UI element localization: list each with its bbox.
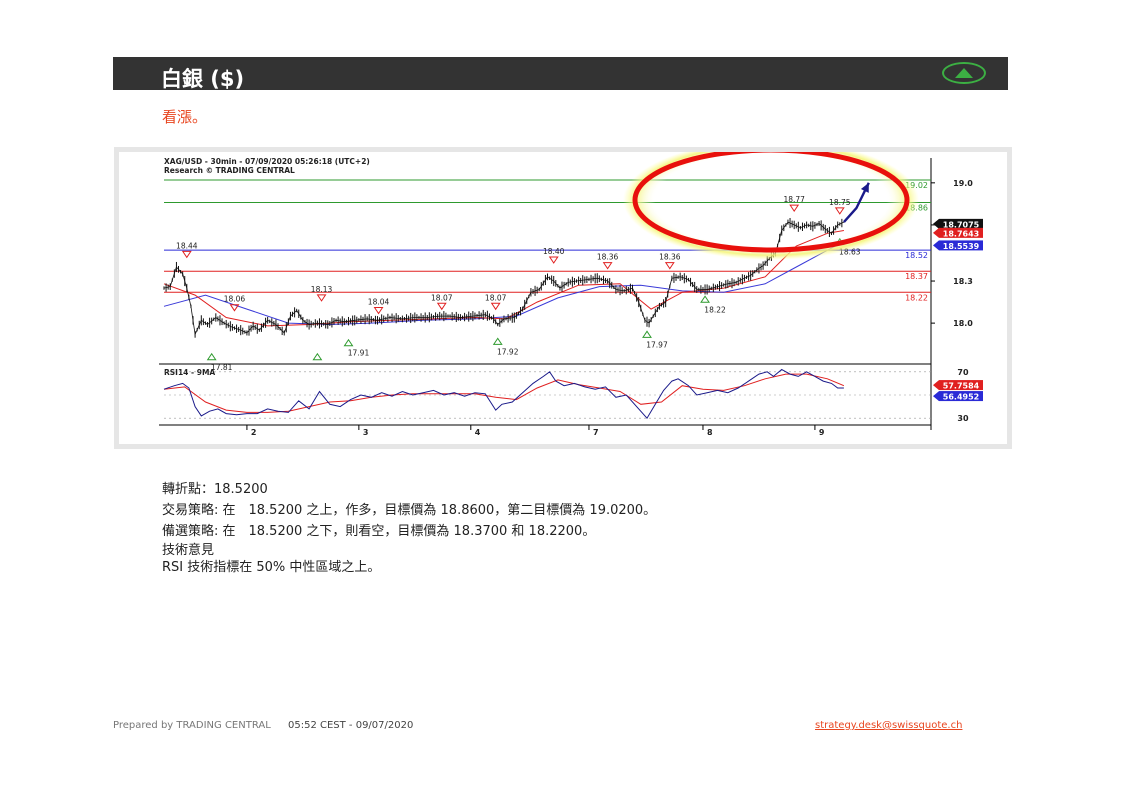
price-tag-label: 18.5539 (943, 242, 980, 251)
high-marker-label: 18.13 (311, 285, 333, 294)
x-tick-label: 2 (251, 428, 257, 437)
high-marker (373, 307, 384, 315)
high-marker (181, 250, 192, 259)
level-label: 18.37 (905, 272, 928, 281)
high-marker-label: 18.36 (597, 253, 619, 262)
chart-panel: XAG/USD - 30min - 07/09/2020 05:26:18 (U… (119, 140, 1007, 444)
comment-text: RSI 技術指標在 50% 中性區域之上。 (162, 560, 381, 575)
high-marker (436, 302, 447, 311)
contact-email-link[interactable]: strategy.desk@swissquote.ch (815, 720, 962, 731)
high-marker (316, 294, 327, 302)
high-marker-label: 18.36 (659, 253, 681, 262)
y-tick-label: 18.0 (953, 319, 973, 328)
rsi-tick-label: 30 (957, 414, 969, 423)
pivot-text: 轉折點：18.5200 (162, 482, 268, 497)
high-marker-label: 18.44 (176, 241, 198, 250)
high-marker (548, 256, 559, 264)
x-tick-label: 8 (707, 428, 713, 437)
level-label: 18.22 (905, 293, 928, 302)
prepared-by: Prepared by TRADING CENTRAL (113, 720, 271, 731)
low-marker (492, 337, 503, 345)
high-marker-label: 18.40 (543, 247, 565, 256)
page-title: 白銀 ($) (161, 67, 245, 91)
level-label: 18.52 (905, 251, 928, 260)
high-marker (664, 262, 675, 270)
low-marker (343, 338, 354, 347)
rsi-line (163, 368, 844, 420)
footer-info: Prepared by TRADING CENTRAL 05:52 CEST -… (113, 720, 413, 731)
sentiment-label: 看漲。 (162, 108, 208, 126)
up-arrow-icon (955, 68, 973, 78)
price-tag-label: 18.7643 (943, 229, 979, 238)
low-marker-label: 17.92 (497, 347, 519, 356)
x-tick-label: 9 (819, 428, 825, 437)
y-tick-label: 18.3 (953, 277, 973, 286)
report-time: 05:52 CEST - 09/07/2020 (287, 720, 414, 731)
comment-label: 技術意見 (162, 543, 215, 558)
rsi-tag-pointer (933, 391, 939, 402)
low-marker (312, 352, 323, 361)
high-marker (229, 304, 240, 312)
low-marker-label: 18.22 (704, 305, 726, 314)
high-marker-label: 18.06 (224, 295, 246, 304)
x-tick-label: 7 (593, 428, 599, 437)
y-tick-label: 19.0 (953, 179, 973, 188)
rsi-tag-label: 57.7584 (943, 382, 980, 391)
price-tag-pointer (933, 240, 939, 251)
rsi-ma-line (163, 373, 845, 413)
analysis-notes: 轉折點：18.5200 交易策略: 在 18.5200 之上，作多，目標價為 1… (162, 479, 656, 576)
low-marker-label: 17.97 (646, 340, 668, 349)
x-tick-label: 3 (363, 428, 369, 437)
chart-subtitle: Research © TRADING CENTRAL (164, 166, 295, 175)
chart-frame: XAG/USD - 30min - 07/09/2020 05:26:18 (U… (114, 140, 1012, 449)
alternative-text: 備選策略: 在 18.5200 之下，則看空，目標價為 18.3700 和 18… (162, 524, 596, 539)
price-tag-pointer (933, 227, 939, 238)
price-chart: XAG/USD - 30min - 07/09/2020 05:26:18 (U… (159, 140, 983, 437)
rsi-tag-label: 56.4952 (943, 393, 979, 402)
rsi-tick-label: 70 (957, 368, 969, 377)
high-marker-label: 18.04 (368, 298, 390, 307)
rsi-title: RSI14 - 9MA (164, 368, 215, 377)
rsi-tag-pointer (933, 380, 939, 391)
header-bar: 白銀 ($) (113, 57, 1008, 91)
high-marker (490, 302, 501, 311)
x-tick-label: 4 (475, 428, 481, 437)
trend-badge (942, 62, 986, 84)
strategy-text: 交易策略: 在 18.5200 之上，作多，目標價為 18.8600，第二目標價… (162, 503, 657, 518)
high-marker-label: 18.07 (431, 293, 453, 302)
high-marker (602, 262, 613, 270)
low-marker (642, 330, 652, 338)
price-tag-pointer (933, 218, 939, 229)
low-marker (700, 295, 710, 303)
low-marker (206, 352, 217, 361)
high-marker-label: 18.07 (485, 293, 507, 302)
low-marker-label: 17.91 (348, 349, 370, 358)
chart-title: XAG/USD - 30min - 07/09/2020 05:26:18 (U… (164, 157, 370, 166)
